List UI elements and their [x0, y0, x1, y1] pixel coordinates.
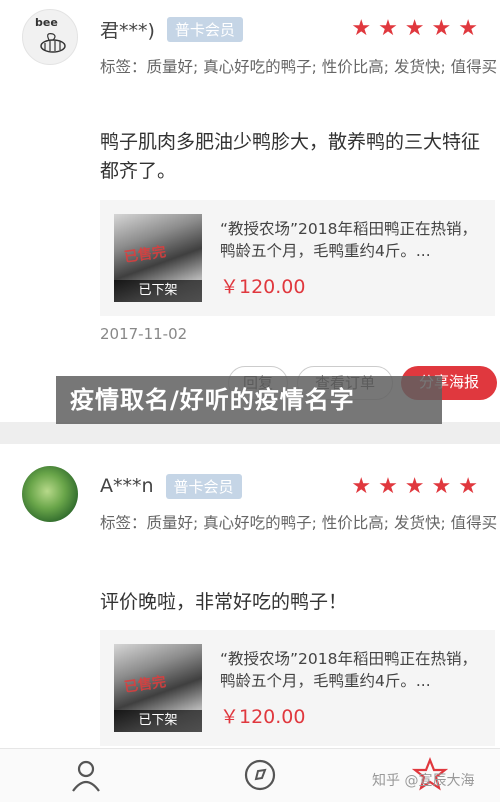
review-card-2: A***n 普卡会员 ★ ★ ★ ★ ★ 标签：质量好; 真心好吃的鸭子; 性价… — [0, 444, 500, 748]
product-image: 已售完 已下架 — [114, 644, 202, 732]
username: A***n — [100, 475, 154, 497]
product-price: ￥120.00 — [220, 706, 306, 728]
review-tags: 标签：质量好; 真心好吃的鸭子; 性价比高; 发货快; 值得买 — [100, 58, 498, 76]
member-badge: 普卡会员 — [165, 473, 242, 499]
user-row: A***n 普卡会员 — [100, 472, 242, 500]
delisted-label: 已下架 — [114, 710, 202, 732]
star-icon: ★ — [404, 16, 425, 41]
star-icon: ★ — [431, 16, 452, 41]
star-icon: ★ — [351, 16, 372, 41]
review-comment: 评价晚啦，非常好吃的鸭子！ — [100, 591, 348, 613]
product-title: “教授农场”2018年稻田鸭正在热销，鸭龄五个月，毛鸭重约4斤。... — [220, 220, 478, 260]
section-divider — [0, 422, 500, 444]
overlay-title-banner: 疫情取名/好听的疫情名字 — [56, 376, 442, 424]
review-comment: 鸭子肌肉多肥油少鸭胗大，散养鸭的三大特征都齐了。 — [100, 131, 481, 182]
user-avatar[interactable] — [22, 466, 78, 522]
product-image-stamp: 已售完 — [123, 674, 168, 696]
star-icon: ★ — [378, 16, 398, 41]
product-image-stamp: 已售完 — [123, 244, 168, 266]
bee-icon — [40, 33, 66, 53]
star-icon: ★ — [431, 474, 452, 499]
member-badge: 普卡会员 — [166, 16, 243, 42]
product-title: “教授农场”2018年稻田鸭正在热销，鸭龄五个月，毛鸭重约4斤。... — [220, 650, 478, 690]
delisted-label: 已下架 — [114, 280, 202, 302]
compass-icon[interactable] — [242, 757, 278, 793]
user-avatar[interactable]: bee — [22, 9, 78, 65]
review-date: 2017-11-02 — [100, 325, 188, 343]
user-row: 君***) 普卡会员 — [100, 15, 243, 43]
star-icon: ★ — [458, 16, 478, 41]
star-icon: ★ — [378, 474, 398, 499]
watermark: 知乎 @宣辰大海 — [372, 773, 475, 789]
star-icon: ★ — [458, 474, 478, 499]
star-icon: ★ — [351, 474, 372, 499]
product-card[interactable]: 已售完 已下架 “教授农场”2018年稻田鸭正在热销，鸭龄五个月，毛鸭重约4斤。… — [100, 200, 495, 316]
product-image: 已售完 已下架 — [114, 214, 202, 302]
review-tags: 标签：质量好; 真心好吃的鸭子; 性价比高; 发货快; 值得买 — [100, 514, 498, 532]
rating-stars: ★ ★ ★ ★ ★ — [351, 18, 478, 40]
user-icon[interactable] — [68, 757, 104, 793]
product-card[interactable]: 已售完 已下架 “教授农场”2018年稻田鸭正在热销，鸭龄五个月，毛鸭重约4斤。… — [100, 630, 495, 746]
star-icon: ★ — [404, 474, 425, 499]
rating-stars: ★ ★ ★ ★ ★ — [351, 476, 478, 498]
username: 君***) — [100, 19, 155, 42]
review-card-1: bee 君***) 普卡会员 ★ ★ ★ ★ ★ 标签：质量好; 真心好吃的鸭子… — [0, 0, 500, 422]
product-price: ￥120.00 — [220, 276, 306, 298]
